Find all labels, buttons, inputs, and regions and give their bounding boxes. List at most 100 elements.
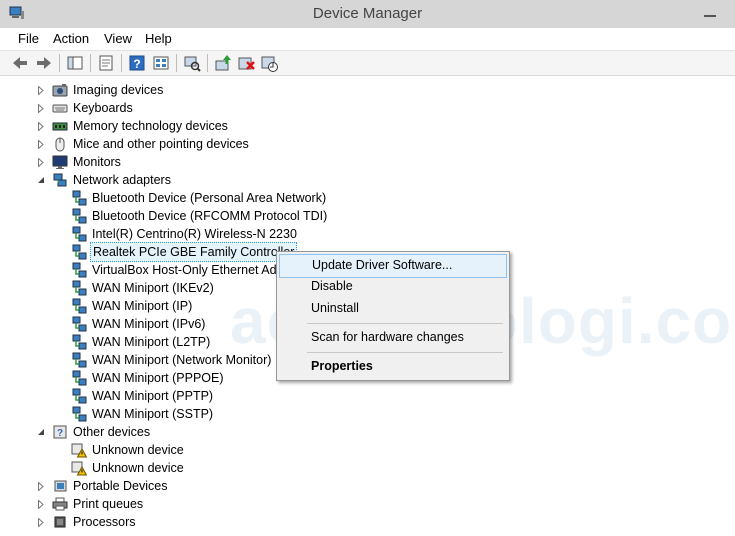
tree-item-intel-centrino[interactable]: Intel(R) Centrino(R) Wireless-N 2230: [71, 225, 299, 243]
collapse-arrow-icon[interactable]: [36, 171, 46, 189]
keyboard-icon: [52, 104, 68, 113]
toolbar-separator: [59, 54, 60, 72]
show-hide-tree-icon[interactable]: [65, 53, 85, 73]
network-adapter-icon: [72, 208, 87, 224]
menu-item-label: Update Driver Software...: [312, 258, 453, 272]
help-icon[interactable]: ?: [127, 53, 147, 73]
tree-item-imaging-devices[interactable]: Imaging devices: [36, 81, 165, 99]
scan-for-hardware-changes-menu-item[interactable]: Scan for hardware changes: [279, 327, 505, 349]
menu-item-label: Disable: [311, 279, 353, 293]
menu-bar: File Action View Help: [0, 28, 735, 51]
menu-separator: [307, 352, 503, 353]
toolbar-separator: [121, 54, 122, 72]
expand-arrow-icon[interactable]: [36, 477, 46, 495]
menu-separator: [307, 323, 503, 324]
tree-item-bluetooth-pan[interactable]: Bluetooth Device (Personal Area Network): [71, 189, 328, 207]
network-adapter-icon: [72, 280, 87, 296]
tree-item-label: Imaging devices: [73, 83, 164, 97]
tree-item-label: WAN Miniport (PPPOE): [92, 371, 224, 385]
tree-item-label: WAN Miniport (Network Monitor): [92, 353, 272, 367]
disable-icon[interactable]: [259, 53, 279, 73]
tree-item-monitors[interactable]: Monitors: [36, 153, 123, 171]
menu-item-label: Scan for hardware changes: [311, 330, 464, 344]
tree-item-memory-technology-devices[interactable]: Memory technology devices: [36, 117, 230, 135]
tree-item-label: Bluetooth Device (RFCOMM Protocol TDI): [92, 209, 328, 223]
tree-item-label: Memory technology devices: [73, 119, 228, 133]
toolbar: ?: [0, 51, 735, 76]
tree-item-label: Keyboards: [73, 101, 133, 115]
tree-item-wan-pptp[interactable]: WAN Miniport (PPTP): [71, 387, 215, 405]
tree-item-mice-and-other-pointing-devices[interactable]: Mice and other pointing devices: [36, 135, 251, 153]
menu-file[interactable]: File: [18, 31, 39, 46]
tree-item-label: WAN Miniport (IPv6): [92, 317, 206, 331]
tree-item-label: Print queues: [73, 497, 144, 511]
update-driver-icon[interactable]: [213, 53, 233, 73]
properties-icon[interactable]: [96, 53, 116, 73]
tree-item-wan-network-monitor[interactable]: WAN Miniport (Network Monitor): [71, 351, 273, 369]
expand-arrow-icon[interactable]: [36, 117, 46, 135]
tree-item-processors[interactable]: Processors: [36, 513, 138, 531]
svg-text:?: ?: [57, 428, 63, 439]
expand-arrow-icon[interactable]: [36, 153, 46, 171]
unknown-device-warning-icon: [71, 443, 87, 458]
unknown-device-warning-icon: [71, 461, 87, 476]
tree-item-label: Unknown device: [92, 461, 184, 475]
network-adapter-icon: [72, 316, 87, 332]
tree-item-other-devices[interactable]: ? Other devices: [36, 423, 152, 441]
tree-item-print-queues[interactable]: Print queues: [36, 495, 145, 513]
menu-item-label: Properties: [311, 359, 373, 373]
expand-arrow-icon[interactable]: [36, 81, 46, 99]
network-adapter-icon: [72, 352, 87, 368]
tree-item-wan-pppoe[interactable]: WAN Miniport (PPPOE): [71, 369, 226, 387]
imaging-icon: [52, 84, 68, 97]
processor-icon: [54, 516, 66, 528]
scan-hardware-icon[interactable]: [182, 53, 202, 73]
tree-item-wan-sstp[interactable]: WAN Miniport (SSTP): [71, 405, 215, 423]
tree-item-label: WAN Miniport (IKEv2): [92, 281, 214, 295]
mouse-icon: [55, 137, 65, 152]
tree-item-label: Intel(R) Centrino(R) Wireless-N 2230: [92, 227, 297, 241]
tree-item-label: Processors: [73, 515, 136, 529]
collapse-arrow-icon[interactable]: [36, 423, 46, 441]
other-devices-icon: ?: [53, 425, 67, 439]
view-icon[interactable]: [151, 53, 171, 73]
uninstall-menu-item[interactable]: Uninstall: [279, 298, 505, 320]
update-driver-software-menu-item[interactable]: Update Driver Software...: [279, 254, 507, 278]
tree-item-unknown-device[interactable]: Unknown device: [71, 459, 186, 477]
printer-icon: [52, 497, 68, 511]
expand-arrow-icon[interactable]: [36, 135, 46, 153]
tree-item-label: WAN Miniport (SSTP): [92, 407, 214, 421]
network-adapter-icon: [72, 370, 87, 386]
tree-item-wan-ikev2[interactable]: WAN Miniport (IKEv2): [71, 279, 216, 297]
properties-menu-item[interactable]: Properties: [279, 356, 505, 378]
tree-item-label: Portable Devices: [73, 479, 168, 493]
back-icon[interactable]: [10, 53, 30, 73]
expand-arrow-icon[interactable]: [36, 495, 46, 513]
tree-item-network-adapters[interactable]: Network adapters: [36, 171, 173, 189]
memory-icon: [52, 122, 68, 131]
tree-item-bluetooth-rfcomm[interactable]: Bluetooth Device (RFCOMM Protocol TDI): [71, 207, 329, 225]
expand-arrow-icon[interactable]: [36, 99, 46, 117]
tree-item-wan-ip[interactable]: WAN Miniport (IP): [71, 297, 194, 315]
tree-item-keyboards[interactable]: Keyboards: [36, 99, 135, 117]
minimize-button[interactable]: [696, 6, 726, 22]
window-title: Device Manager: [312, 5, 423, 22]
disable-menu-item[interactable]: Disable: [279, 276, 505, 298]
tree-item-wan-l2tp[interactable]: WAN Miniport (L2TP): [71, 333, 212, 351]
tree-item-label: VirtualBox Host-Only Ethernet Adap: [92, 263, 291, 277]
menu-action[interactable]: Action: [53, 31, 89, 46]
tree-item-wan-ipv6[interactable]: WAN Miniport (IPv6): [71, 315, 207, 333]
tree-item-unknown-device[interactable]: Unknown device: [71, 441, 186, 459]
menu-help[interactable]: Help: [145, 31, 172, 46]
tree-item-virtualbox[interactable]: VirtualBox Host-Only Ethernet Adap: [71, 261, 293, 279]
menu-view[interactable]: View: [104, 31, 132, 46]
uninstall-icon[interactable]: [236, 53, 256, 73]
tree-item-realtek-selected[interactable]: Realtek PCIe GBE Family Controller: [71, 242, 298, 262]
menu-item-label: Uninstall: [311, 301, 359, 315]
forward-icon[interactable]: [34, 53, 54, 73]
portable-device-icon: [54, 480, 67, 492]
expand-arrow-icon[interactable]: [36, 513, 46, 531]
tree-item-label: Bluetooth Device (Personal Area Network): [92, 191, 327, 205]
network-adapter-icon: [72, 388, 87, 404]
tree-item-portable-devices[interactable]: Portable Devices: [36, 477, 170, 495]
